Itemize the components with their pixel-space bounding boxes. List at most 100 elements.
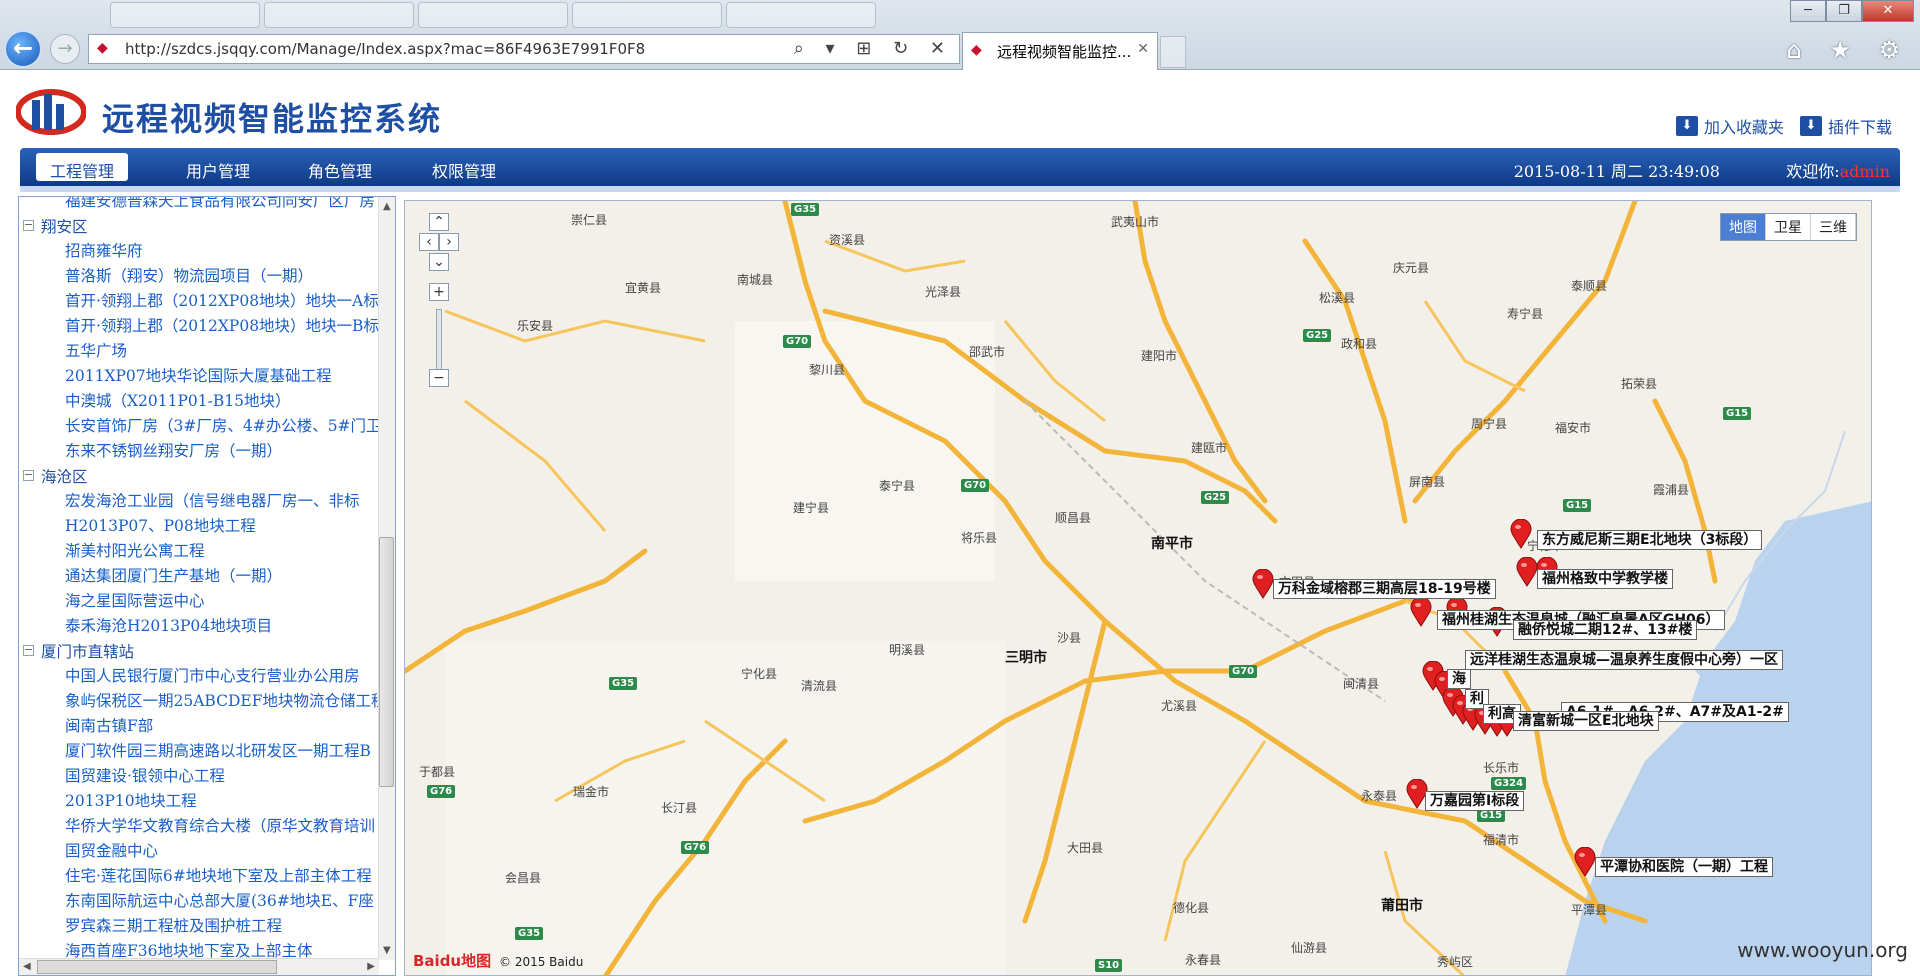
scroll-right-icon[interactable]: ▶ (367, 961, 375, 972)
tree-item[interactable]: 泰禾海沧H2013P04地块项目 (19, 614, 379, 639)
map-marker-icon[interactable] (1516, 557, 1538, 587)
tree-item[interactable]: 中澳城（X2011P01-B15地块） (19, 389, 379, 414)
tree-item[interactable]: 首开·领翔上郡（2012XP08地块）地块一A标 (19, 289, 379, 314)
tree-item[interactable]: 长安首饰厂房（3#厂房、4#办公楼、5#门卫） (19, 414, 379, 439)
scroll-left-icon[interactable]: ◀ (23, 961, 31, 972)
zoom-out-button[interactable]: − (429, 369, 449, 387)
tree-item[interactable]: 通达集团厦门生产基地（一期） (19, 564, 379, 589)
tab-close-icon[interactable]: ✕ (1137, 41, 1149, 57)
project-marker-label[interactable]: 清富新城一区E北地块 (1513, 711, 1659, 731)
project-marker-label[interactable]: 万嘉园第I标段 (1425, 791, 1525, 811)
tree-item[interactable]: 罗宾森三期工程桩及围护桩工程 (19, 914, 379, 939)
collapse-icon[interactable]: − (23, 469, 34, 481)
project-marker-label[interactable]: 万科金域榕郡三期高层18-19号楼 (1273, 579, 1496, 599)
add-favorites-link[interactable]: ⬇ 加入收藏夹 (1675, 114, 1784, 138)
tree-item[interactable]: 海之星国际营运中心 (19, 589, 379, 614)
tree-item[interactable]: 渐美村阳光公寓工程 (19, 539, 379, 564)
background-tab[interactable] (264, 2, 414, 28)
project-marker-label[interactable]: 福州格致中学教学楼 (1537, 569, 1673, 589)
address-bar-icons[interactable]: ⌕ ▾ ⊞ ↻ ✕ (794, 38, 953, 59)
map-marker-icon[interactable] (1574, 847, 1596, 877)
project-marker-label[interactable]: 海 (1447, 669, 1471, 689)
zoom-in-button[interactable]: + (429, 283, 449, 301)
maximize-button[interactable]: ❐ (1826, 0, 1862, 22)
menu-role-management[interactable]: 角色管理 (294, 153, 386, 181)
forward-arrow-icon[interactable]: → (50, 34, 80, 64)
menu-user-management[interactable]: 用户管理 (172, 153, 264, 181)
project-marker-label[interactable]: 东方威尼斯三期E北地块（3标段） (1537, 530, 1763, 550)
pan-down-icon[interactable]: ⌄ (429, 253, 449, 271)
tree-scroll-thumb[interactable] (379, 537, 394, 787)
collapse-icon[interactable]: − (23, 644, 34, 656)
new-tab-button[interactable] (1160, 36, 1186, 68)
baidu-map[interactable]: 崇仁县 资溪县 武夷山市 庆元县 宜黄县 南城县 光泽县 松溪县 寿宁县 泰顺县 乐安县 政和县 黎川县… (404, 200, 1872, 976)
tree-item[interactable]: 厦门软件园三期高速路以北研发区一期工程B (19, 739, 379, 764)
map-town-label: 崇仁县 (571, 213, 608, 227)
tree-item[interactable]: 国贸建设·银领中心工程 (19, 764, 379, 789)
collapse-icon[interactable]: − (23, 219, 34, 231)
tree-item[interactable]: 招商雍华府 (19, 239, 379, 264)
header-links: ⬇ 加入收藏夹 ⬇ 插件下载 (1675, 114, 1892, 138)
plugin-download-link[interactable]: ⬇ 插件下载 (1799, 114, 1892, 138)
tree-item[interactable]: 中国人民银行厦门市中心支行营业办公用房 (19, 664, 379, 689)
tree-hscroll-thumb[interactable] (37, 960, 277, 974)
minimize-button[interactable]: ─ (1790, 0, 1826, 22)
username-link[interactable]: admin (1840, 162, 1890, 181)
project-marker-label[interactable]: 远洋桂湖生态温泉城—温泉养生度假中心旁）一区 (1465, 650, 1783, 670)
tree-item[interactable]: 东来不锈钢丝翔安厂房（一期） (19, 439, 379, 464)
tree-item[interactable]: 首开·领翔上郡（2012XP08地块）地块一B标 (19, 314, 379, 339)
pan-right-icon[interactable]: › (439, 233, 459, 251)
pan-left-icon[interactable]: ‹ (419, 233, 439, 251)
tree-vertical-scrollbar[interactable]: ▲ ▼ (378, 197, 395, 960)
map-type-map[interactable]: 地图 (1721, 214, 1766, 240)
tree-group[interactable]: − 海沧区 (19, 464, 379, 489)
tree-item[interactable]: 2011XP07地块华论国际大厦基础工程 (19, 364, 379, 389)
active-tab[interactable]: ◆ 远程视频智能监控... ✕ (962, 32, 1158, 70)
map-town-label: 平潭县 (1571, 903, 1608, 917)
menu-permission-management[interactable]: 权限管理 (418, 153, 510, 181)
tree-item[interactable]: 住宅·莲花国际6#地块地下室及上部主体工程 (19, 864, 379, 889)
background-tab[interactable] (110, 2, 260, 28)
background-tab[interactable] (726, 2, 876, 28)
map-town-label: 福安市 (1555, 421, 1592, 435)
map-town-label: 资溪县 (829, 233, 866, 247)
tree-item[interactable]: 华侨大学华文教育综合大楼（原华文教育培训 (19, 814, 379, 839)
tree-group-label: 厦门市直辖站 (41, 643, 135, 661)
baidu-logo[interactable]: Baidu地图 (413, 950, 491, 971)
back-arrow-icon[interactable]: ← (4, 30, 42, 68)
scroll-down-icon[interactable]: ▼ (383, 945, 391, 956)
tree-item[interactable]: 2013P10地块工程 (19, 789, 379, 814)
tree-item[interactable]: 象屿保税区一期25ABCDEF地块物流仓储工程 (19, 689, 379, 714)
map-marker-icon[interactable] (1510, 519, 1532, 549)
map-type-switch: 地图 卫星 三维 (1720, 213, 1857, 241)
menu-project-management[interactable]: 工程管理 (36, 153, 129, 181)
background-tab[interactable] (418, 2, 568, 28)
pan-up-icon[interactable]: ⌃ (429, 213, 449, 231)
map-type-satellite[interactable]: 卫星 (1766, 214, 1811, 240)
map-type-3d[interactable]: 三维 (1811, 214, 1856, 240)
browser-tools-icons[interactable]: ⌂ ★ ⚙ (1786, 36, 1910, 64)
tree-item[interactable]: 东南国际航运中心总部大厦(36#地块E、F座 (19, 889, 379, 914)
tree-item[interactable]: 宏发海沧工业园（信号继电器厂房一、非标 (19, 489, 379, 514)
tree-item[interactable]: 福建安德普森天上食品有限公司同安厂区厂房 (19, 197, 379, 214)
map-marker-icon[interactable] (1410, 597, 1432, 627)
map-town-label: 霞浦县 (1653, 483, 1690, 497)
background-tab[interactable] (572, 2, 722, 28)
map-town-label: 明溪县 (889, 643, 926, 657)
scroll-up-icon[interactable]: ▲ (383, 201, 391, 212)
watermark: www.wooyun.org (1737, 938, 1908, 962)
project-marker-label[interactable]: 融侨悦城二期12#、13#楼 (1513, 620, 1698, 640)
close-window-button[interactable]: ✕ (1862, 0, 1914, 22)
project-tree: 福建安德普森天上食品有限公司同安厂区厂房 − 翔安区 招商雍华府 普洛斯（翔安）物流园项… (19, 197, 379, 964)
tree-item[interactable]: 闽南古镇F部 (19, 714, 379, 739)
tree-group[interactable]: − 翔安区 (19, 214, 379, 239)
tree-horizontal-scrollbar[interactable]: ◀ ▶ (19, 958, 379, 975)
tree-item[interactable]: 普洛斯（翔安）物流园项目（一期） (19, 264, 379, 289)
tree-item[interactable]: H2013P07、P08地块工程 (19, 514, 379, 539)
tree-item[interactable]: 国贸金融中心 (19, 839, 379, 864)
tree-group[interactable]: − 厦门市直辖站 (19, 639, 379, 664)
tree-item[interactable]: 五华广场 (19, 339, 379, 364)
address-bar[interactable]: ◆ http://szdcs.jsqqy.com/Manage/Index.as… (88, 34, 960, 64)
project-marker-label[interactable]: 平潭协和医院（一期）工程 (1595, 857, 1773, 877)
map-marker-icon[interactable] (1252, 569, 1274, 599)
